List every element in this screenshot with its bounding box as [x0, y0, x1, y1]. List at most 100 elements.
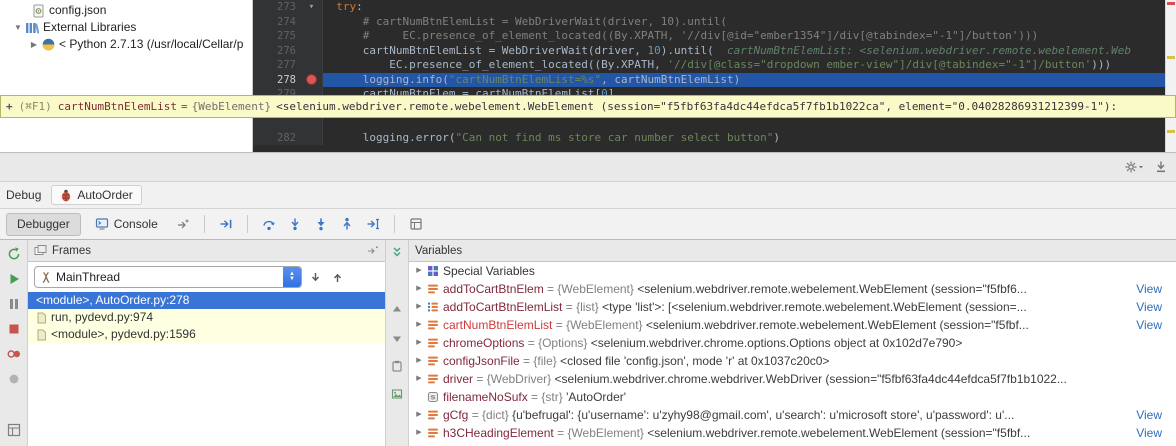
expand-arrow-icon[interactable]: ▶ [413, 370, 425, 388]
sort-down-icon[interactable] [390, 331, 404, 345]
stack-frame[interactable]: run, pydevd.py:974 [28, 309, 385, 326]
resume-button[interactable] [6, 271, 22, 287]
warning-stripe-mark[interactable] [1167, 130, 1175, 133]
view-link[interactable]: View [1136, 442, 1162, 446]
line-number: 275 [253, 29, 301, 44]
view-link[interactable]: View [1136, 298, 1162, 316]
variable-row[interactable]: ▶ h3CHeadingElement = {WebElement} <selen… [409, 424, 1176, 442]
view-link[interactable]: View [1136, 280, 1162, 298]
variable-row[interactable]: ▶ chromeOptions = {Options} <selenium.web… [409, 334, 1176, 352]
expand-arrow-icon[interactable]: ▶ [413, 334, 425, 352]
expand-arrow-icon[interactable]: ▶ [28, 36, 40, 53]
tree-item[interactable]: ▶ < Python 2.7.13 (/usr/local/Cellar/p [0, 36, 252, 53]
fold-marker-icon[interactable]: ▾ [301, 0, 323, 15]
mute-breakpoints-button[interactable] [6, 371, 22, 387]
expand-arrow-icon[interactable]: ▶ [413, 262, 425, 280]
hide-window-icon[interactable] [1154, 160, 1168, 174]
code-text: # EC.presence_of_element_located((By.XPA… [323, 29, 1039, 42]
run-to-cursor-icon[interactable] [362, 213, 384, 235]
code-editor[interactable]: 273 ▾ try: 274 # cartNumBtnElemList = WebD… [253, 0, 1165, 152]
variable-row[interactable]: filenameNoSufx = {str} 'AutoOrder' [409, 388, 1176, 406]
stack-frame[interactable]: <module>, pydevd.py:1596 [28, 326, 385, 343]
tab-console[interactable]: Console [85, 213, 168, 236]
code-line[interactable]: 275 # EC.presence_of_element_located((By… [253, 29, 1165, 44]
tree-item[interactable]: ▼ External Libraries [0, 19, 252, 36]
show-execution-point-icon[interactable] [215, 213, 237, 235]
expand-arrow-icon[interactable]: ▶ [413, 316, 425, 334]
view-link[interactable]: View [1136, 316, 1162, 334]
expand-arrow-icon[interactable]: ▶ [413, 352, 425, 370]
step-out-icon[interactable] [336, 213, 358, 235]
thread-icon [40, 271, 52, 284]
frames-side-toolbar [386, 240, 409, 446]
variable-type: {WebDriver} [486, 372, 555, 386]
pause-button[interactable] [6, 296, 22, 312]
view-breakpoints-button[interactable] [6, 346, 22, 362]
warning-stripe-mark[interactable] [1167, 56, 1175, 59]
restore-layout-icon[interactable] [366, 244, 379, 257]
expand-arrow-icon[interactable]: ▶ [413, 406, 425, 424]
variable-row[interactable]: ▶ addToCartBtnElemList = {list} <type 'li… [409, 298, 1176, 316]
thread-selector[interactable]: MainThread ▲ ▼ [34, 266, 302, 288]
tab-debugger[interactable]: Debugger [6, 212, 81, 236]
code-line[interactable]: 273 ▾ try: [253, 0, 1165, 15]
console-icon [95, 217, 109, 231]
double-chevron-icon[interactable] [390, 245, 404, 259]
expand-arrow-icon[interactable]: ▶ [413, 298, 425, 316]
variable-row[interactable]: ▶ addToCartBtnElem = {WebElement} <seleni… [409, 280, 1176, 298]
expand-arrow-icon[interactable]: ▶ [413, 280, 425, 298]
step-over-icon[interactable] [258, 213, 280, 235]
step-into-my-code-icon[interactable] [310, 213, 332, 235]
code-line[interactable] [253, 116, 1165, 131]
thread-selector-value: MainThread [56, 270, 121, 284]
variable-name: configJsonFile [443, 354, 520, 368]
expand-arrow-icon[interactable]: ▶ [413, 442, 425, 446]
variable-value: <selenium.webdriver.remote.webelement.We… [645, 318, 1029, 332]
rerun-button[interactable] [6, 246, 22, 262]
tree-item[interactable]: config.json [0, 2, 252, 19]
variable-row[interactable]: ▶ h3CHeadingElementList = {list} <type 'l… [409, 442, 1176, 446]
settings-gear-icon[interactable] [1124, 160, 1144, 174]
restore-layout-button[interactable] [6, 422, 22, 438]
image-icon[interactable] [390, 387, 404, 401]
expand-arrow-icon[interactable]: ▶ [413, 424, 425, 442]
breakpoint-icon[interactable] [301, 72, 323, 87]
clipboard-icon[interactable] [390, 359, 404, 373]
object-icon [425, 337, 440, 349]
run-config-tab[interactable]: AutoOrder [51, 185, 142, 205]
step-into-icon[interactable] [284, 213, 306, 235]
stop-button[interactable] [6, 321, 22, 337]
code-line[interactable]: 277 EC.presence_of_element_located((By.X… [253, 58, 1165, 73]
execution-line[interactable]: 278 logging.info("cartNumBtnElemList=%s"… [253, 72, 1165, 87]
stack-frame[interactable]: <module>, AutoOrder.py:278 [28, 292, 385, 309]
code-line[interactable]: 274 # cartNumBtnElemList = WebDriverWait… [253, 14, 1165, 29]
evaluate-expression-icon[interactable] [405, 213, 427, 235]
equals-sign: = [524, 336, 539, 350]
variable-row[interactable]: ▶ gCfg = {dict} {u'befrugal': {u'username… [409, 406, 1176, 424]
variable-name: cartNumBtnElemList [443, 318, 553, 332]
view-link[interactable]: View [1136, 406, 1162, 424]
equals-sign: = [553, 426, 568, 440]
error-stripe-mark[interactable] [1167, 2, 1175, 5]
variable-name: gCfg [443, 408, 469, 422]
editor-error-stripe[interactable] [1165, 0, 1176, 152]
collapse-arrow-icon[interactable]: ▼ [12, 19, 24, 36]
code-line[interactable]: 276 cartNumBtnElemList = WebDriverWait(d… [253, 43, 1165, 58]
pin-icon[interactable] [172, 213, 194, 235]
tooltip-expand-toggle[interactable]: + [6, 100, 13, 113]
variable-row[interactable]: ▶ cartNumBtnElemList = {WebElement} <sele… [409, 316, 1176, 334]
variable-row[interactable]: ▶ Special Variables [409, 262, 1176, 280]
debug-tab-bar: Debugger Console [0, 209, 1176, 240]
combo-arrows-icon[interactable]: ▲ ▼ [283, 267, 301, 287]
sort-up-icon[interactable] [390, 303, 404, 317]
gutter-cell [301, 14, 323, 29]
view-link[interactable]: View [1136, 424, 1162, 442]
frame-up-icon[interactable] [328, 268, 346, 286]
variable-row[interactable]: ▶ configJsonFile = {file} <closed file 'c… [409, 352, 1176, 370]
variable-row[interactable]: ▶ driver = {WebDriver} <selenium.webdrive… [409, 370, 1176, 388]
variable-type: {WebElement} [566, 318, 646, 332]
frame-down-icon[interactable] [306, 268, 324, 286]
code-line[interactable]: 282 logging.error("Can not find ms store… [253, 130, 1165, 145]
variable-value: <selenium.webdriver.remote.webelement.We… [647, 426, 1031, 440]
